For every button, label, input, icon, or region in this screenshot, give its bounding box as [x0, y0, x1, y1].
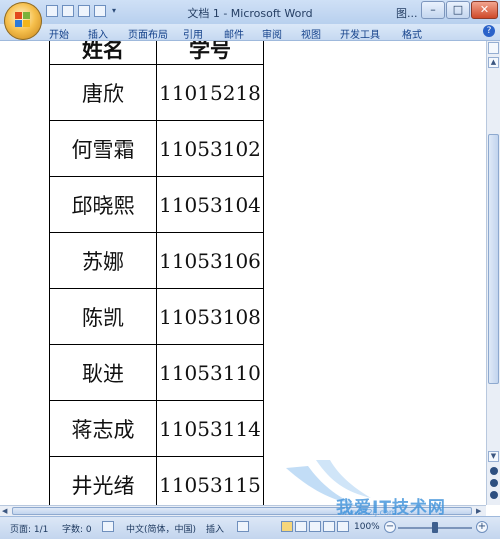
- zoom-out-icon[interactable]: −: [384, 521, 396, 533]
- previous-page-icon[interactable]: [490, 467, 498, 475]
- horizontal-scroll-thumb[interactable]: [12, 507, 472, 515]
- web-layout-icon[interactable]: [309, 521, 321, 532]
- tab-format[interactable]: 格式: [402, 26, 422, 41]
- cell-name[interactable]: 邱晓熙: [49, 176, 157, 233]
- help-icon[interactable]: ?: [483, 25, 495, 37]
- table-row: 蒋志成 11053114: [49, 400, 264, 457]
- tab-page-layout[interactable]: 页面布局: [128, 26, 168, 41]
- full-screen-reading-icon[interactable]: [295, 521, 307, 532]
- tab-view[interactable]: 视图: [301, 26, 321, 41]
- cell-id[interactable]: 11053108: [156, 288, 264, 345]
- word-count[interactable]: 字数: 0: [62, 522, 92, 535]
- select-browse-object-icon[interactable]: [490, 479, 498, 487]
- tab-insert[interactable]: 插入: [88, 26, 108, 41]
- vertical-scroll-thumb[interactable]: [488, 134, 499, 384]
- table-header-row: 姓名 学号: [49, 41, 264, 65]
- draft-view-icon[interactable]: [337, 521, 349, 532]
- cell-name[interactable]: 苏娜: [49, 232, 157, 289]
- cell-name[interactable]: 井光绪: [49, 456, 157, 505]
- status-bar: 页面: 1/1 字数: 0 中文(简体，中国) 插入 100% − +: [0, 516, 500, 539]
- table-row: 唐欣 11015218: [49, 64, 264, 121]
- tab-developer[interactable]: 开发工具: [340, 26, 380, 41]
- cell-id[interactable]: 11053106: [156, 232, 264, 289]
- tab-references[interactable]: 引用: [183, 26, 203, 41]
- cell-id[interactable]: 11053115: [156, 456, 264, 505]
- window-title-extra: 图...: [396, 7, 418, 20]
- print-layout-view-icon[interactable]: [281, 521, 293, 532]
- ruler-toggle-icon[interactable]: [488, 42, 499, 54]
- header-name[interactable]: 姓名: [49, 41, 157, 65]
- title-bar: ▾ 文档 1 - Microsoft Word 图... – □ ✕: [0, 0, 500, 25]
- cell-id[interactable]: 11053104: [156, 176, 264, 233]
- zoom-slider-knob[interactable]: [432, 522, 438, 533]
- scroll-left-icon[interactable]: ◀: [2, 507, 7, 515]
- document-area[interactable]: 姓名 学号 唐欣 11015218 何雪霜 11053102 邱晓熙 11053…: [0, 41, 486, 505]
- header-id[interactable]: 学号: [156, 41, 264, 65]
- language-indicator[interactable]: 中文(简体，中国): [126, 522, 196, 535]
- cell-name[interactable]: 陈凯: [49, 288, 157, 345]
- office-button[interactable]: [4, 2, 42, 40]
- scroll-right-icon[interactable]: ▶: [476, 507, 481, 515]
- zoom-level[interactable]: 100%: [354, 522, 380, 532]
- student-table: 姓名 学号 唐欣 11015218 何雪霜 11053102 邱晓熙 11053…: [49, 41, 264, 505]
- minimize-button[interactable]: –: [421, 1, 445, 19]
- scroll-up-icon[interactable]: ▲: [488, 57, 499, 68]
- tab-mailings[interactable]: 邮件: [224, 26, 244, 41]
- cell-name[interactable]: 何雪霜: [49, 120, 157, 177]
- office-logo-icon: [15, 12, 31, 28]
- cell-id[interactable]: 11015218: [156, 64, 264, 121]
- macro-record-icon[interactable]: [237, 521, 249, 532]
- next-page-icon[interactable]: [490, 491, 498, 499]
- zoom-in-icon[interactable]: +: [476, 521, 488, 533]
- outline-view-icon[interactable]: [323, 521, 335, 532]
- page-count[interactable]: 页面: 1/1: [10, 522, 48, 535]
- tab-home[interactable]: 开始: [49, 26, 69, 41]
- cell-name[interactable]: 耿进: [49, 344, 157, 401]
- vertical-scrollbar[interactable]: ▲ ▼: [486, 41, 500, 505]
- table-row: 苏娜 11053106: [49, 232, 264, 289]
- cell-id[interactable]: 11053102: [156, 120, 264, 177]
- cell-name[interactable]: 蒋志成: [49, 400, 157, 457]
- tab-review[interactable]: 审阅: [262, 26, 282, 41]
- cell-id[interactable]: 11053110: [156, 344, 264, 401]
- close-button[interactable]: ✕: [471, 1, 498, 19]
- table-row: 井光绪 11053115: [49, 456, 264, 505]
- table-row: 陈凯 11053108: [49, 288, 264, 345]
- ribbon-tab-bar: 开始 插入 页面布局 引用 邮件 审阅 视图 开发工具 格式 ?: [0, 24, 500, 41]
- table-row: 邱晓熙 11053104: [49, 176, 264, 233]
- insert-mode[interactable]: 插入: [206, 522, 224, 535]
- table-row: 耿进 11053110: [49, 344, 264, 401]
- cell-name[interactable]: 唐欣: [49, 64, 157, 121]
- scroll-down-icon[interactable]: ▼: [488, 451, 499, 462]
- cell-id[interactable]: 11053114: [156, 400, 264, 457]
- maximize-button[interactable]: □: [446, 1, 470, 19]
- table-row: 何雪霜 11053102: [49, 120, 264, 177]
- proofing-icon[interactable]: [102, 521, 114, 532]
